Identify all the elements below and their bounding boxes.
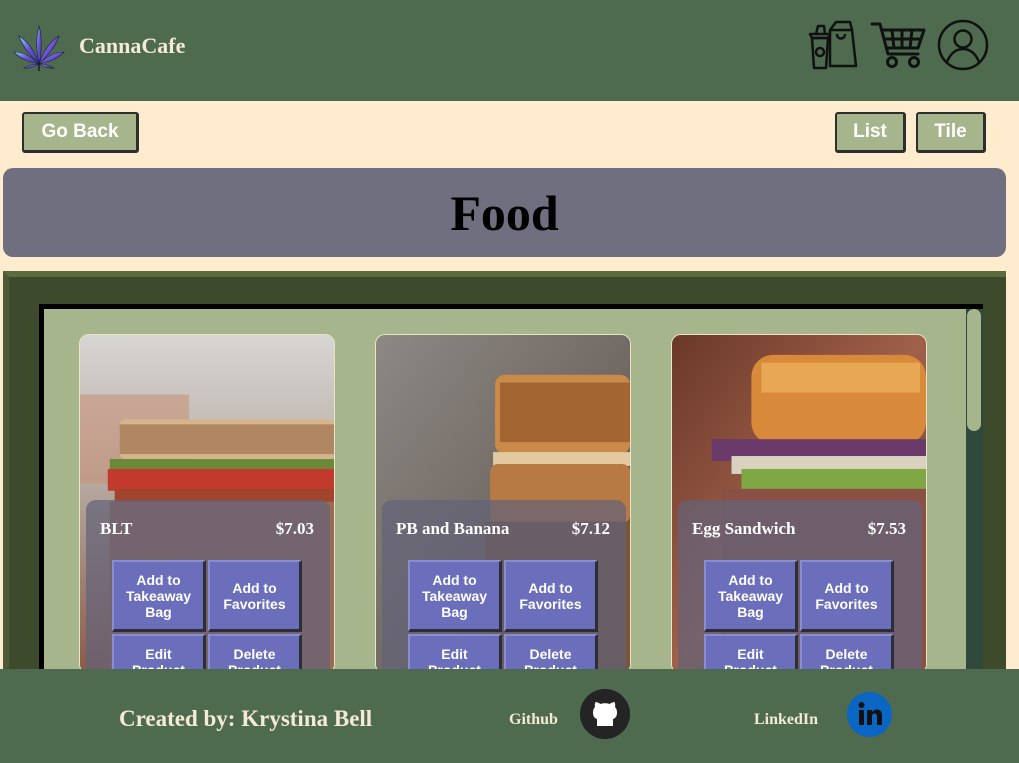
app-footer: Created by: Krystina Bell Github LinkedI… xyxy=(0,669,1019,763)
takeaway-bag-icon[interactable] xyxy=(806,18,858,70)
cannabis-logo-icon[interactable] xyxy=(13,24,65,72)
delete-product-button[interactable]: Delete Product xyxy=(800,634,894,673)
edit-product-button[interactable]: Edit Product xyxy=(408,634,502,673)
product-info-panel: Egg Sandwich $7.53 Add to Takeaway Bag A… xyxy=(678,500,922,673)
product-card: PB and Banana $7.12 Add to Takeaway Bag … xyxy=(375,334,631,674)
user-profile-icon[interactable] xyxy=(936,18,990,72)
delete-product-button[interactable]: Delete Product xyxy=(208,634,302,673)
add-to-takeaway-bag-button[interactable]: Add to Takeaway Bag xyxy=(704,560,798,632)
product-section: BLT $7.03 Add to Takeaway Bag Add to Fav… xyxy=(3,271,1006,704)
add-to-takeaway-bag-button[interactable]: Add to Takeaway Bag xyxy=(408,560,502,632)
add-to-favorites-button[interactable]: Add to Favorites xyxy=(208,560,302,632)
edit-product-button[interactable]: Edit Product xyxy=(704,634,798,673)
linkedin-icon[interactable] xyxy=(847,692,892,737)
product-card: BLT $7.03 Add to Takeaway Bag Add to Fav… xyxy=(79,334,335,674)
scrollbar-thumb[interactable] xyxy=(967,309,981,431)
brand-name[interactable]: CannaCafe xyxy=(79,33,185,59)
product-price: $7.12 xyxy=(571,519,610,538)
tile-view-button[interactable]: Tile xyxy=(916,112,986,153)
product-grid: BLT $7.03 Add to Takeaway Bag Add to Fav… xyxy=(39,304,983,704)
product-price: $7.53 xyxy=(867,519,906,538)
author-credit: Created by: Krystina Bell xyxy=(119,706,373,731)
edit-product-button[interactable]: Edit Product xyxy=(112,634,206,673)
product-info-panel: BLT $7.03 Add to Takeaway Bag Add to Fav… xyxy=(86,500,330,673)
category-banner: Food xyxy=(3,168,1006,257)
list-view-button[interactable]: List xyxy=(835,112,906,153)
product-price: $7.03 xyxy=(275,519,314,538)
add-to-favorites-button[interactable]: Add to Favorites xyxy=(504,560,598,632)
product-card: Egg Sandwich $7.53 Add to Takeaway Bag A… xyxy=(671,334,927,674)
product-name: BLT xyxy=(100,519,133,538)
product-name: PB and Banana xyxy=(396,519,510,538)
shopping-cart-icon[interactable] xyxy=(870,18,926,70)
linkedin-label: LinkedIn xyxy=(754,711,819,728)
app-header: CannaCafe xyxy=(0,0,1019,101)
delete-product-button[interactable]: Delete Product xyxy=(504,634,598,673)
github-label: Github xyxy=(509,711,558,728)
go-back-button[interactable]: Go Back xyxy=(22,112,139,153)
product-info-panel: PB and Banana $7.12 Add to Takeaway Bag … xyxy=(382,500,626,673)
product-name: Egg Sandwich xyxy=(692,519,796,538)
add-to-takeaway-bag-button[interactable]: Add to Takeaway Bag xyxy=(112,560,206,632)
page-title: Food xyxy=(450,184,559,241)
add-to-favorites-button[interactable]: Add to Favorites xyxy=(800,560,894,632)
github-icon[interactable] xyxy=(580,689,630,739)
